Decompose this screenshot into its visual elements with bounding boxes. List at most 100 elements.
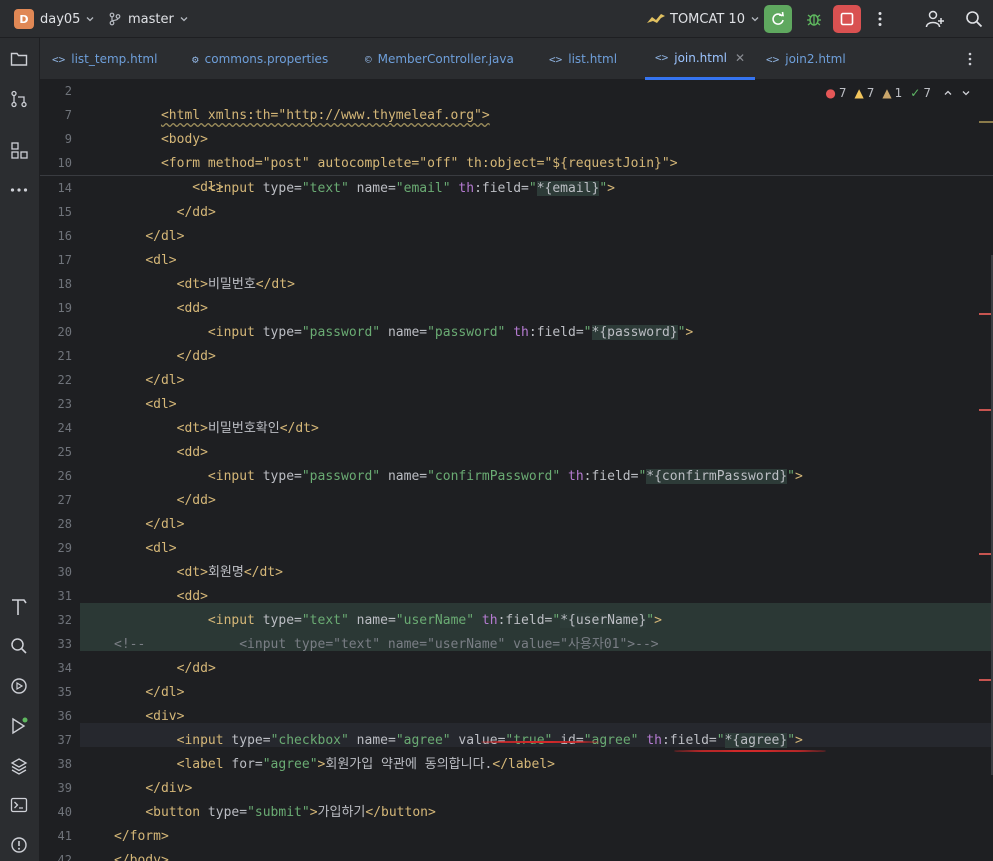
line-number: 10 bbox=[57, 156, 72, 170]
chevron-down-icon bbox=[962, 91, 970, 96]
line-number[interactable]: 26 bbox=[40, 469, 72, 483]
line-number[interactable]: 42 bbox=[40, 853, 72, 861]
previous-highlight-button[interactable] bbox=[943, 88, 953, 98]
next-highlight-button[interactable] bbox=[961, 88, 971, 98]
rerun-button[interactable] bbox=[764, 5, 792, 33]
project-name: day05 bbox=[40, 11, 81, 27]
more-actions-button[interactable] bbox=[866, 5, 894, 33]
code-line: <dl> bbox=[114, 152, 223, 195]
line-number[interactable]: 30 bbox=[40, 565, 72, 579]
html-file-icon: <> bbox=[766, 52, 780, 66]
line-number[interactable]: 31 bbox=[40, 589, 72, 603]
line-number[interactable]: 20 bbox=[40, 325, 72, 339]
stop-button[interactable] bbox=[833, 5, 861, 33]
tab-label: join2.html bbox=[785, 52, 846, 66]
debug-button[interactable] bbox=[800, 5, 828, 33]
tomcat-icon bbox=[647, 14, 665, 23]
line-number: 7 bbox=[64, 108, 72, 122]
tab-list-html[interactable]: <> list.html bbox=[549, 38, 617, 80]
warning-count-value: 7 bbox=[866, 86, 875, 100]
line-number[interactable]: 34 bbox=[40, 661, 72, 675]
run-tool-button[interactable] bbox=[8, 715, 30, 737]
code-line: <button type="submit">가입하기</button> bbox=[145, 805, 436, 820]
tab-join2-html[interactable]: <> join2.html bbox=[766, 38, 846, 80]
error-stripe-mark[interactable] bbox=[979, 121, 993, 123]
line-number[interactable]: 33 bbox=[40, 637, 72, 651]
tab-list-temp-html[interactable]: <> list_temp.html bbox=[52, 38, 157, 80]
more-vertical-icon bbox=[878, 12, 882, 26]
find-tool-button[interactable] bbox=[8, 635, 30, 657]
terminal-icon bbox=[10, 797, 28, 813]
code-line: <body> bbox=[114, 104, 208, 147]
code-line: </form> bbox=[114, 829, 169, 844]
line-number[interactable]: 27 bbox=[40, 493, 72, 507]
project-tool-button[interactable] bbox=[8, 48, 30, 70]
line-number[interactable]: 32 bbox=[40, 613, 72, 627]
html-file-icon: <> bbox=[549, 52, 563, 66]
line-number[interactable]: 36 bbox=[40, 709, 72, 723]
line-number[interactable]: 35 bbox=[40, 685, 72, 699]
inspection-widget[interactable]: ● 7 ▲ 7 ▲ 1 ✓ 7 bbox=[817, 84, 971, 102]
warning-count[interactable]: ▲ 7 bbox=[855, 86, 875, 100]
title-bar: D day05 master TOMCAT 10 bbox=[0, 0, 993, 38]
search-everywhere-button[interactable] bbox=[960, 5, 988, 33]
line-number[interactable]: 23 bbox=[40, 397, 72, 411]
project-selector[interactable]: D day05 bbox=[14, 0, 95, 38]
run-configuration-selector[interactable]: TOMCAT 10 bbox=[646, 0, 760, 38]
typo-count-value: 7 bbox=[923, 86, 931, 100]
tab-join-html[interactable]: <> join.html ✕ bbox=[645, 38, 756, 80]
tab-options-button[interactable] bbox=[968, 38, 972, 80]
tab-membercontroller-java[interactable]: © MemberController.java bbox=[365, 38, 514, 80]
line-number[interactable]: 21 bbox=[40, 349, 72, 363]
line-number[interactable]: 29 bbox=[40, 541, 72, 555]
code-line: </dl> bbox=[145, 373, 185, 388]
code-line: <input type="text" name="userName" th:fi… bbox=[207, 613, 662, 628]
line-number[interactable]: 14 bbox=[40, 181, 72, 195]
code-line: </dl> bbox=[145, 685, 185, 700]
bug-icon bbox=[807, 14, 821, 26]
line-number[interactable]: 40 bbox=[40, 805, 72, 819]
line-number[interactable]: 28 bbox=[40, 517, 72, 531]
properties-file-icon: ⚙ bbox=[192, 52, 199, 66]
line-number[interactable]: 25 bbox=[40, 445, 72, 459]
tab-label: list_temp.html bbox=[71, 52, 158, 66]
line-number[interactable]: 38 bbox=[40, 757, 72, 771]
weak-warning-count[interactable]: ▲ 1 bbox=[882, 86, 902, 100]
line-number[interactable]: 41 bbox=[40, 829, 72, 843]
line-number[interactable]: 37 bbox=[40, 733, 72, 747]
ai-assistant-tool-button[interactable] bbox=[8, 596, 30, 618]
code-line: <dd> bbox=[176, 445, 208, 460]
run-icon bbox=[12, 717, 28, 735]
line-number[interactable]: 15 bbox=[40, 205, 72, 219]
more-horizontal-icon bbox=[10, 188, 28, 192]
structure-tool-button[interactable] bbox=[8, 139, 30, 161]
add-user-button[interactable] bbox=[921, 5, 949, 33]
tab-label: list.html bbox=[568, 52, 618, 66]
branch-selector[interactable]: master bbox=[108, 0, 189, 38]
chevron-up-icon bbox=[944, 90, 952, 95]
hammer-icon bbox=[12, 599, 27, 615]
layers-tool-button[interactable] bbox=[8, 755, 30, 777]
error-count-value: 7 bbox=[838, 86, 847, 100]
close-icon[interactable]: ✕ bbox=[735, 51, 745, 65]
line-number[interactable]: 17 bbox=[40, 253, 72, 267]
line-number[interactable]: 22 bbox=[40, 373, 72, 387]
more-tools-button[interactable] bbox=[8, 179, 30, 201]
line-number[interactable]: 39 bbox=[40, 781, 72, 795]
commit-tool-button[interactable] bbox=[8, 88, 30, 110]
tab-label: MemberController.java bbox=[377, 52, 514, 66]
line-number[interactable]: 24 bbox=[40, 421, 72, 435]
code-line: </div> bbox=[145, 781, 193, 796]
line-number[interactable]: 18 bbox=[40, 277, 72, 291]
line-number[interactable]: 19 bbox=[40, 301, 72, 315]
typo-count[interactable]: ✓ 7 bbox=[910, 86, 931, 100]
line-number[interactable]: 16 bbox=[40, 229, 72, 243]
terminal-tool-button[interactable] bbox=[8, 794, 30, 816]
problems-tool-button[interactable] bbox=[8, 834, 30, 856]
error-count[interactable]: ● 7 bbox=[825, 86, 846, 100]
code-editor[interactable]: 2 7 9 10 <html xmlns:th="http://www.thym… bbox=[40, 80, 993, 861]
services-tool-button[interactable] bbox=[8, 675, 30, 697]
rerun-icon bbox=[772, 11, 784, 25]
tab-commons-properties[interactable]: ⚙ commons.properties bbox=[192, 38, 328, 80]
code-line: </dl> bbox=[145, 517, 185, 532]
